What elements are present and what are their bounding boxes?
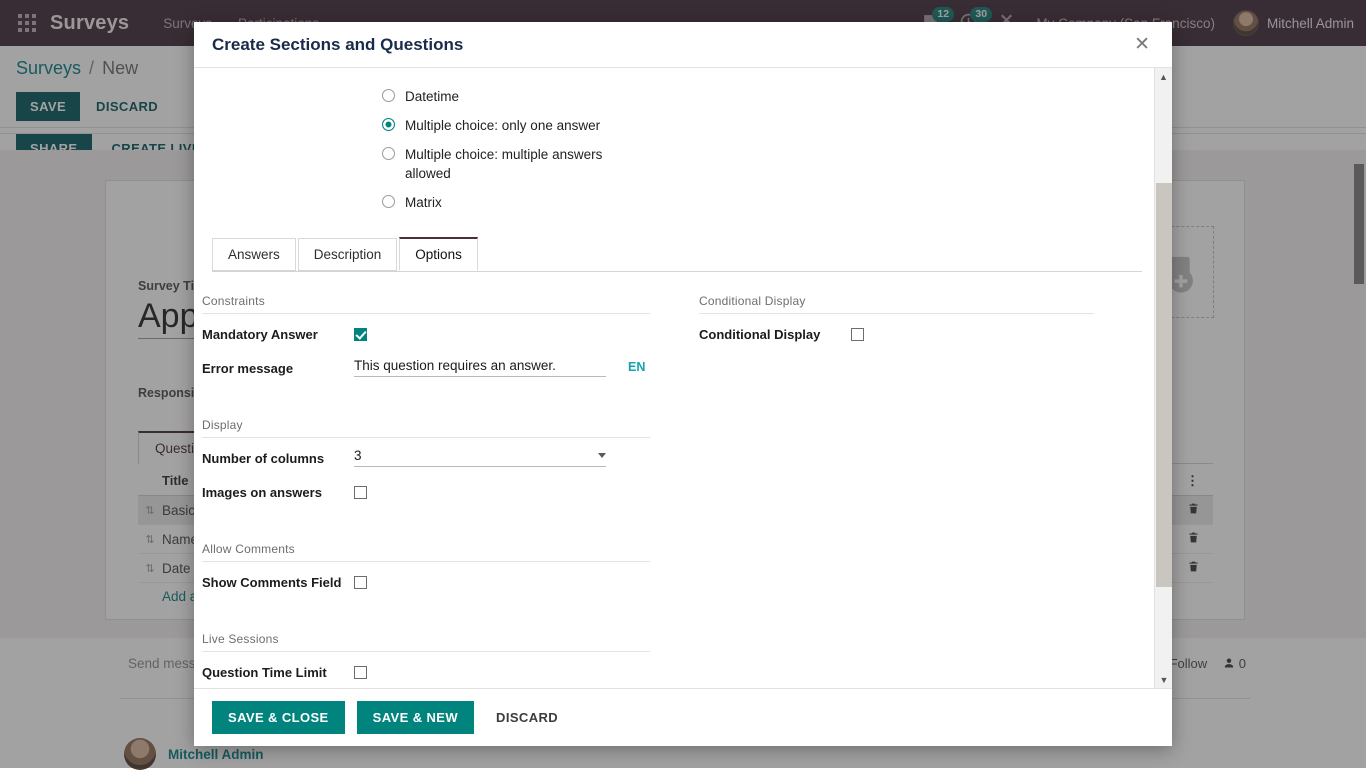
scroll-up-icon[interactable]: ▲	[1155, 68, 1172, 85]
images-on-answers-label: Images on answers	[202, 482, 354, 500]
dialog-title: Create Sections and Questions	[212, 35, 463, 55]
language-badge[interactable]: EN	[628, 358, 645, 374]
number-of-columns-select[interactable]: 3	[354, 448, 606, 467]
conditional-display-label: Conditional Display	[699, 324, 851, 342]
tab-description[interactable]: Description	[298, 238, 398, 271]
radio-icon-selected[interactable]	[382, 118, 395, 131]
dialog-discard-button[interactable]: DISCARD	[486, 701, 568, 734]
dialog-scrollbar-thumb[interactable]	[1156, 183, 1172, 587]
save-and-new-button[interactable]: SAVE & NEW	[357, 701, 474, 734]
mandatory-answer-label: Mandatory Answer	[202, 324, 354, 342]
group-title-display: Display	[202, 418, 650, 438]
spacer	[202, 516, 650, 542]
options-right-column: Conditional Display Conditional Display	[699, 294, 1094, 688]
option-label: Multiple choice: multiple answers allowe…	[405, 145, 610, 183]
question-type-option-multi-choice[interactable]: Multiple choice: multiple answers allowe…	[194, 140, 1154, 188]
spacer	[202, 392, 650, 418]
mandatory-answer-checkbox[interactable]	[354, 328, 367, 341]
number-of-columns-value: 3	[354, 448, 362, 463]
question-type-option-datetime[interactable]: Datetime	[194, 82, 1154, 111]
options-left-column: Constraints Mandatory Answer Error messa…	[202, 294, 650, 688]
spacer	[202, 606, 650, 632]
scroll-down-icon[interactable]: ▼	[1155, 671, 1172, 688]
question-type-option-matrix[interactable]: Matrix	[194, 188, 1154, 217]
close-icon[interactable]: ✕	[1130, 33, 1154, 56]
question-type-option-single-choice[interactable]: Multiple choice: only one answer	[194, 111, 1154, 140]
group-title-live-sessions: Live Sessions	[202, 632, 650, 652]
question-time-limit-label: Question Time Limit	[202, 662, 354, 680]
dialog-tabs: Answers Description Options	[212, 237, 1142, 272]
images-on-answers-checkbox[interactable]	[354, 486, 367, 499]
dialog-scrollbar[interactable]: ▲ ▼	[1154, 68, 1172, 688]
options-tab-panel: Constraints Mandatory Answer Error messa…	[194, 272, 1154, 688]
radio-icon[interactable]	[382, 195, 395, 208]
create-sections-questions-dialog: Create Sections and Questions ✕ Datetime…	[194, 22, 1172, 746]
dialog-header: Create Sections and Questions ✕	[194, 22, 1172, 68]
chevron-down-icon[interactable]	[598, 453, 606, 458]
dialog-body: Datetime Multiple choice: only one answe…	[194, 68, 1172, 688]
group-title-constraints: Constraints	[202, 294, 650, 314]
conditional-display-checkbox[interactable]	[851, 328, 864, 341]
save-and-close-button[interactable]: SAVE & CLOSE	[212, 701, 345, 734]
radio-icon[interactable]	[382, 147, 395, 160]
dialog-body-content: Datetime Multiple choice: only one answe…	[194, 68, 1154, 688]
group-title-conditional-display: Conditional Display	[699, 294, 1094, 314]
option-label: Matrix	[405, 193, 442, 212]
field-mandatory-answer: Mandatory Answer	[202, 324, 650, 352]
field-show-comments: Show Comments Field	[202, 572, 650, 600]
field-images-on-answers: Images on answers	[202, 482, 650, 510]
error-message-input[interactable]: This question requires an answer.	[354, 358, 606, 377]
number-of-columns-label: Number of columns	[202, 448, 354, 466]
field-conditional-display: Conditional Display	[699, 324, 1094, 352]
question-time-limit-checkbox[interactable]	[354, 666, 367, 679]
field-question-time-limit: Question Time Limit	[202, 662, 650, 688]
group-title-allow-comments: Allow Comments	[202, 542, 650, 562]
field-error-message: Error message This question requires an …	[202, 358, 650, 386]
show-comments-label: Show Comments Field	[202, 572, 354, 590]
show-comments-checkbox[interactable]	[354, 576, 367, 589]
option-label: Multiple choice: only one answer	[405, 116, 600, 135]
error-message-label: Error message	[202, 358, 354, 376]
option-label: Datetime	[405, 87, 459, 106]
question-type-radio-group: Datetime Multiple choice: only one answe…	[194, 68, 1154, 223]
tab-answers[interactable]: Answers	[212, 238, 296, 271]
tab-options[interactable]: Options	[399, 237, 478, 271]
field-number-of-columns: Number of columns 3	[202, 448, 650, 476]
radio-icon[interactable]	[382, 89, 395, 102]
dialog-footer: SAVE & CLOSE SAVE & NEW DISCARD	[194, 688, 1172, 746]
